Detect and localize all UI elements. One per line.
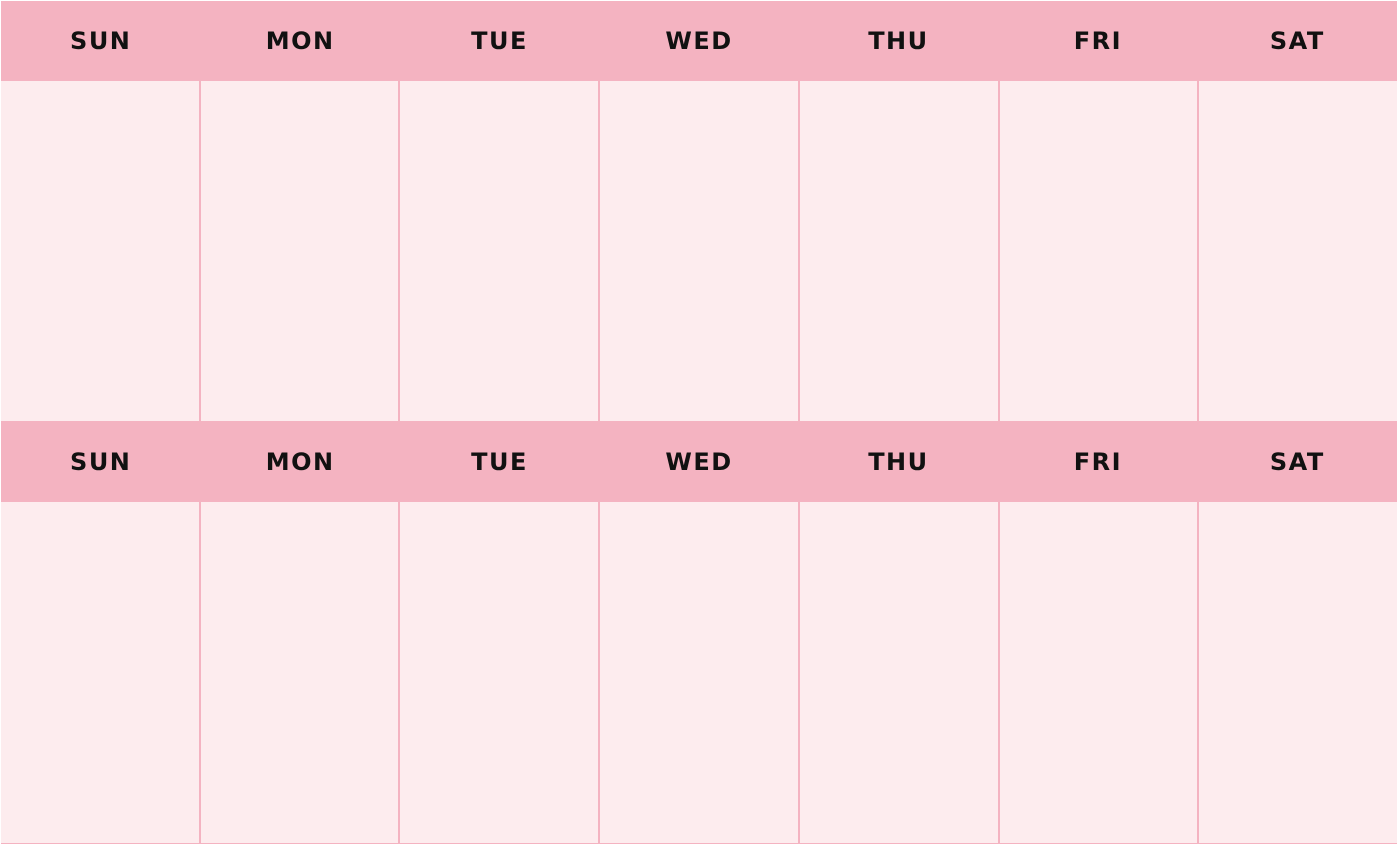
- weekday-label-fri: FRI: [1073, 448, 1122, 476]
- weekday-label-sat: SAT: [1269, 448, 1325, 476]
- day-cells-row: [1, 81, 1397, 421]
- weekday-label-wed: WED: [665, 27, 733, 55]
- weekday-label-mon: MON: [265, 27, 335, 55]
- day-cell-mon[interactable]: [200, 81, 399, 421]
- weekly-planner: SUN MON TUE WED THU FRI SAT SUN MON TUE …: [1, 1, 1397, 844]
- day-cell-tue[interactable]: [400, 502, 599, 843]
- weekday-header-row: SUN MON TUE WED THU FRI SAT: [1, 422, 1397, 502]
- weekday-label-sat: SAT: [1269, 27, 1325, 55]
- day-cell-tue[interactable]: [400, 81, 599, 421]
- weekday-label-thu: THU: [868, 448, 929, 476]
- weekday-label-wed: WED: [665, 448, 733, 476]
- weekday-label-tue: TUE: [471, 448, 528, 476]
- day-cell-thu[interactable]: [799, 502, 998, 843]
- weekday-label-sun: SUN: [70, 27, 132, 55]
- weekday-label-thu: THU: [868, 27, 929, 55]
- day-cell-sat[interactable]: [1199, 81, 1397, 421]
- weekday-header-row: SUN MON TUE WED THU FRI SAT: [1, 1, 1397, 81]
- day-cells-row: [1, 502, 1397, 843]
- day-cell-wed[interactable]: [600, 502, 798, 843]
- day-cell-sun[interactable]: [1, 81, 199, 421]
- day-cell-sun[interactable]: [1, 502, 199, 843]
- day-cell-sat[interactable]: [1199, 502, 1397, 843]
- day-cell-wed[interactable]: [600, 81, 798, 421]
- week-block: SUN MON TUE WED THU FRI SAT: [1, 422, 1397, 843]
- day-cell-fri[interactable]: [999, 81, 1198, 421]
- weekday-label-sun: SUN: [70, 448, 132, 476]
- day-cell-mon[interactable]: [200, 502, 399, 843]
- day-cell-fri[interactable]: [999, 502, 1198, 843]
- weekday-label-tue: TUE: [471, 27, 528, 55]
- week-block: SUN MON TUE WED THU FRI SAT: [1, 1, 1397, 422]
- weekday-label-fri: FRI: [1073, 27, 1122, 55]
- day-cell-thu[interactable]: [799, 81, 998, 421]
- weekday-label-mon: MON: [265, 448, 335, 476]
